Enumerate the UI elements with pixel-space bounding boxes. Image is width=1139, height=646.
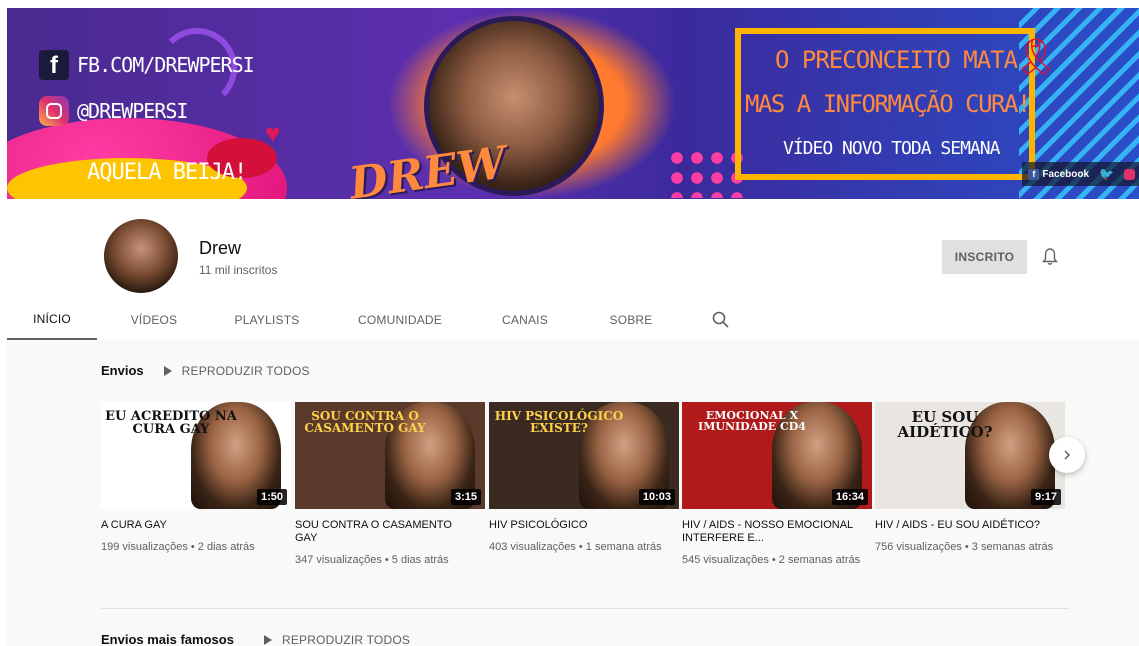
video-meta: 403 visualizações • 1 semana atrás bbox=[489, 541, 662, 553]
video-duration: 10:03 bbox=[638, 489, 675, 505]
avatar[interactable] bbox=[104, 219, 178, 293]
tab-sobre[interactable]: SOBRE bbox=[595, 299, 667, 340]
banner-promo-line2: MAS A INFORMAÇÃO CURA! bbox=[745, 90, 1031, 118]
play-all-button[interactable]: REPRODUZIR TODOS bbox=[163, 363, 310, 378]
tab-videos[interactable]: VÍDEOS bbox=[117, 299, 191, 340]
thumbnail-text: EU ACREDITO NA CURA GAY bbox=[105, 409, 237, 437]
video-meta: 347 visualizações • 5 dias atrás bbox=[295, 554, 449, 566]
twitter-icon[interactable]: 🐦 bbox=[1099, 167, 1114, 181]
channel-banner: f FB.COM/DREWPERSI @DREWPERSI ♥ AQUELA B… bbox=[7, 8, 1139, 199]
subscriber-count: 11 mil inscritos bbox=[199, 263, 278, 277]
video-title[interactable]: A CURA GAY bbox=[101, 519, 281, 532]
video-meta: 545 visualizações • 2 semanas atrás bbox=[682, 554, 861, 566]
video-duration: 16:34 bbox=[831, 489, 868, 505]
video-card[interactable]: EMOCIONAL X IMUNIDADE CD4 16:34 HIV / AIDS… bbox=[682, 402, 872, 568]
banner-link-facebook-label: Facebook bbox=[1042, 168, 1090, 180]
video-meta: 756 visualizações • 3 semanas atrás bbox=[875, 541, 1054, 553]
video-duration: 3:15 bbox=[450, 489, 481, 505]
channel-name: Drew bbox=[199, 238, 242, 258]
tab-playlists[interactable]: PLAYLISTS bbox=[221, 299, 313, 340]
popular-title[interactable]: Envios mais famosos bbox=[101, 632, 234, 646]
video-meta: 199 visualizações • 2 dias atrás bbox=[101, 541, 255, 553]
thumbnail-text: HIV PSICOLÓGICO EXISTE? bbox=[494, 409, 624, 435]
uploads-title[interactable]: Envios bbox=[101, 363, 144, 378]
thumbnail-text: SOU CONTRA O CASAMENTO GAY bbox=[304, 409, 426, 435]
facebook-icon: f bbox=[1028, 168, 1040, 180]
video-card[interactable]: EU ACREDITO NA CURA GAY 1:50 A CURA GAY 199… bbox=[101, 402, 291, 555]
channel-tabs: INÍCIO VÍDEOS PLAYLISTS COMUNIDADE CANAI… bbox=[7, 299, 1139, 340]
subscribed-button[interactable]: INSCRITO bbox=[942, 240, 1027, 274]
video-thumbnail[interactable]: SOU CONTRA O CASAMENTO GAY 3:15 bbox=[295, 402, 485, 509]
banner-facebook-row: f FB.COM/DREWPERSI bbox=[39, 50, 255, 80]
channel-content: Envios REPRODUZIR TODOS EU ACREDITO NA C… bbox=[7, 340, 1139, 646]
banner-link-facebook[interactable]: f Facebook bbox=[1028, 168, 1090, 180]
video-thumbnail[interactable]: EU ACREDITO NA CURA GAY 1:50 bbox=[101, 402, 291, 509]
video-card[interactable]: EU SOU AIDÉTICO? 9:17 HIV / AIDS - EU SOU … bbox=[875, 402, 1065, 555]
play-all-label: REPRODUZIR TODOS bbox=[181, 363, 310, 378]
banner-promo-line3: VÍDEO NOVO TODA SEMANA bbox=[783, 138, 1000, 159]
uploads-shelf-header: Envios REPRODUZIR TODOS bbox=[101, 363, 310, 378]
banner-promo-line1: O PRECONCEITO MATA bbox=[775, 46, 1018, 74]
thumbnail-text: EMOCIONAL X IMUNIDADE CD4 bbox=[698, 409, 806, 433]
instagram-icon bbox=[39, 96, 69, 126]
search-icon[interactable] bbox=[710, 309, 732, 331]
awareness-ribbon-icon: 🎗 bbox=[1013, 36, 1059, 77]
video-thumbnail[interactable]: HIV PSICOLÓGICO EXISTE? 10:03 bbox=[489, 402, 679, 509]
video-thumbnail[interactable]: EU SOU AIDÉTICO? 9:17 bbox=[875, 402, 1065, 509]
chevron-right-icon bbox=[1064, 450, 1071, 460]
banner-instagram-row: @DREWPERSI bbox=[39, 96, 188, 126]
tab-inicio[interactable]: INÍCIO bbox=[7, 299, 97, 340]
video-title[interactable]: HIV / AIDS - NOSSO EMOCIONAL INTERFERE E… bbox=[682, 519, 862, 545]
instagram-icon[interactable] bbox=[1124, 168, 1135, 180]
video-duration: 1:50 bbox=[256, 489, 287, 505]
banner-facebook-handle: FB.COM/DREWPERSI bbox=[77, 53, 255, 77]
popular-shelf-header: Envios mais famosos REPRODUZIR TODOS bbox=[101, 632, 410, 646]
bell-icon[interactable] bbox=[1037, 244, 1063, 270]
play-icon bbox=[163, 365, 172, 376]
tab-comunidade[interactable]: COMUNIDADE bbox=[347, 299, 453, 340]
popular-play-all-label: REPRODUZIR TODOS bbox=[281, 632, 411, 646]
video-title[interactable]: HIV / AIDS - EU SOU AIDÉTICO? bbox=[875, 519, 1055, 532]
banner-instagram-handle: @DREWPERSI bbox=[77, 99, 188, 123]
video-card[interactable]: HIV PSICOLÓGICO EXISTE? 10:03 HIV PSICOLÓG… bbox=[489, 402, 679, 555]
video-title[interactable]: SOU CONTRA O CASAMENTO GAY bbox=[295, 519, 475, 545]
banner-kiss-text: AQUELA BEIJA! bbox=[87, 160, 247, 185]
play-icon bbox=[263, 634, 272, 645]
popular-play-all-button[interactable]: REPRODUZIR TODOS bbox=[263, 632, 411, 646]
section-divider bbox=[101, 608, 1069, 609]
video-title[interactable]: HIV PSICOLÓGICO bbox=[489, 519, 669, 532]
video-card[interactable]: SOU CONTRA O CASAMENTO GAY 3:15 SOU CONTRA… bbox=[295, 402, 485, 568]
video-thumbnail[interactable]: EMOCIONAL X IMUNIDADE CD4 16:34 bbox=[682, 402, 872, 509]
facebook-icon: f bbox=[39, 50, 69, 80]
next-arrow-button[interactable] bbox=[1049, 437, 1085, 473]
thumbnail-text: EU SOU AIDÉTICO? bbox=[897, 408, 993, 441]
heart-icon: ♥ bbox=[265, 118, 281, 148]
banner-links: f Facebook 🐦 bbox=[1022, 162, 1139, 186]
tab-canais[interactable]: CANAIS bbox=[487, 299, 563, 340]
video-duration: 9:17 bbox=[1030, 489, 1061, 505]
channel-header: Drew 11 mil inscritos INSCRITO INÍCIO VÍ… bbox=[7, 199, 1139, 340]
